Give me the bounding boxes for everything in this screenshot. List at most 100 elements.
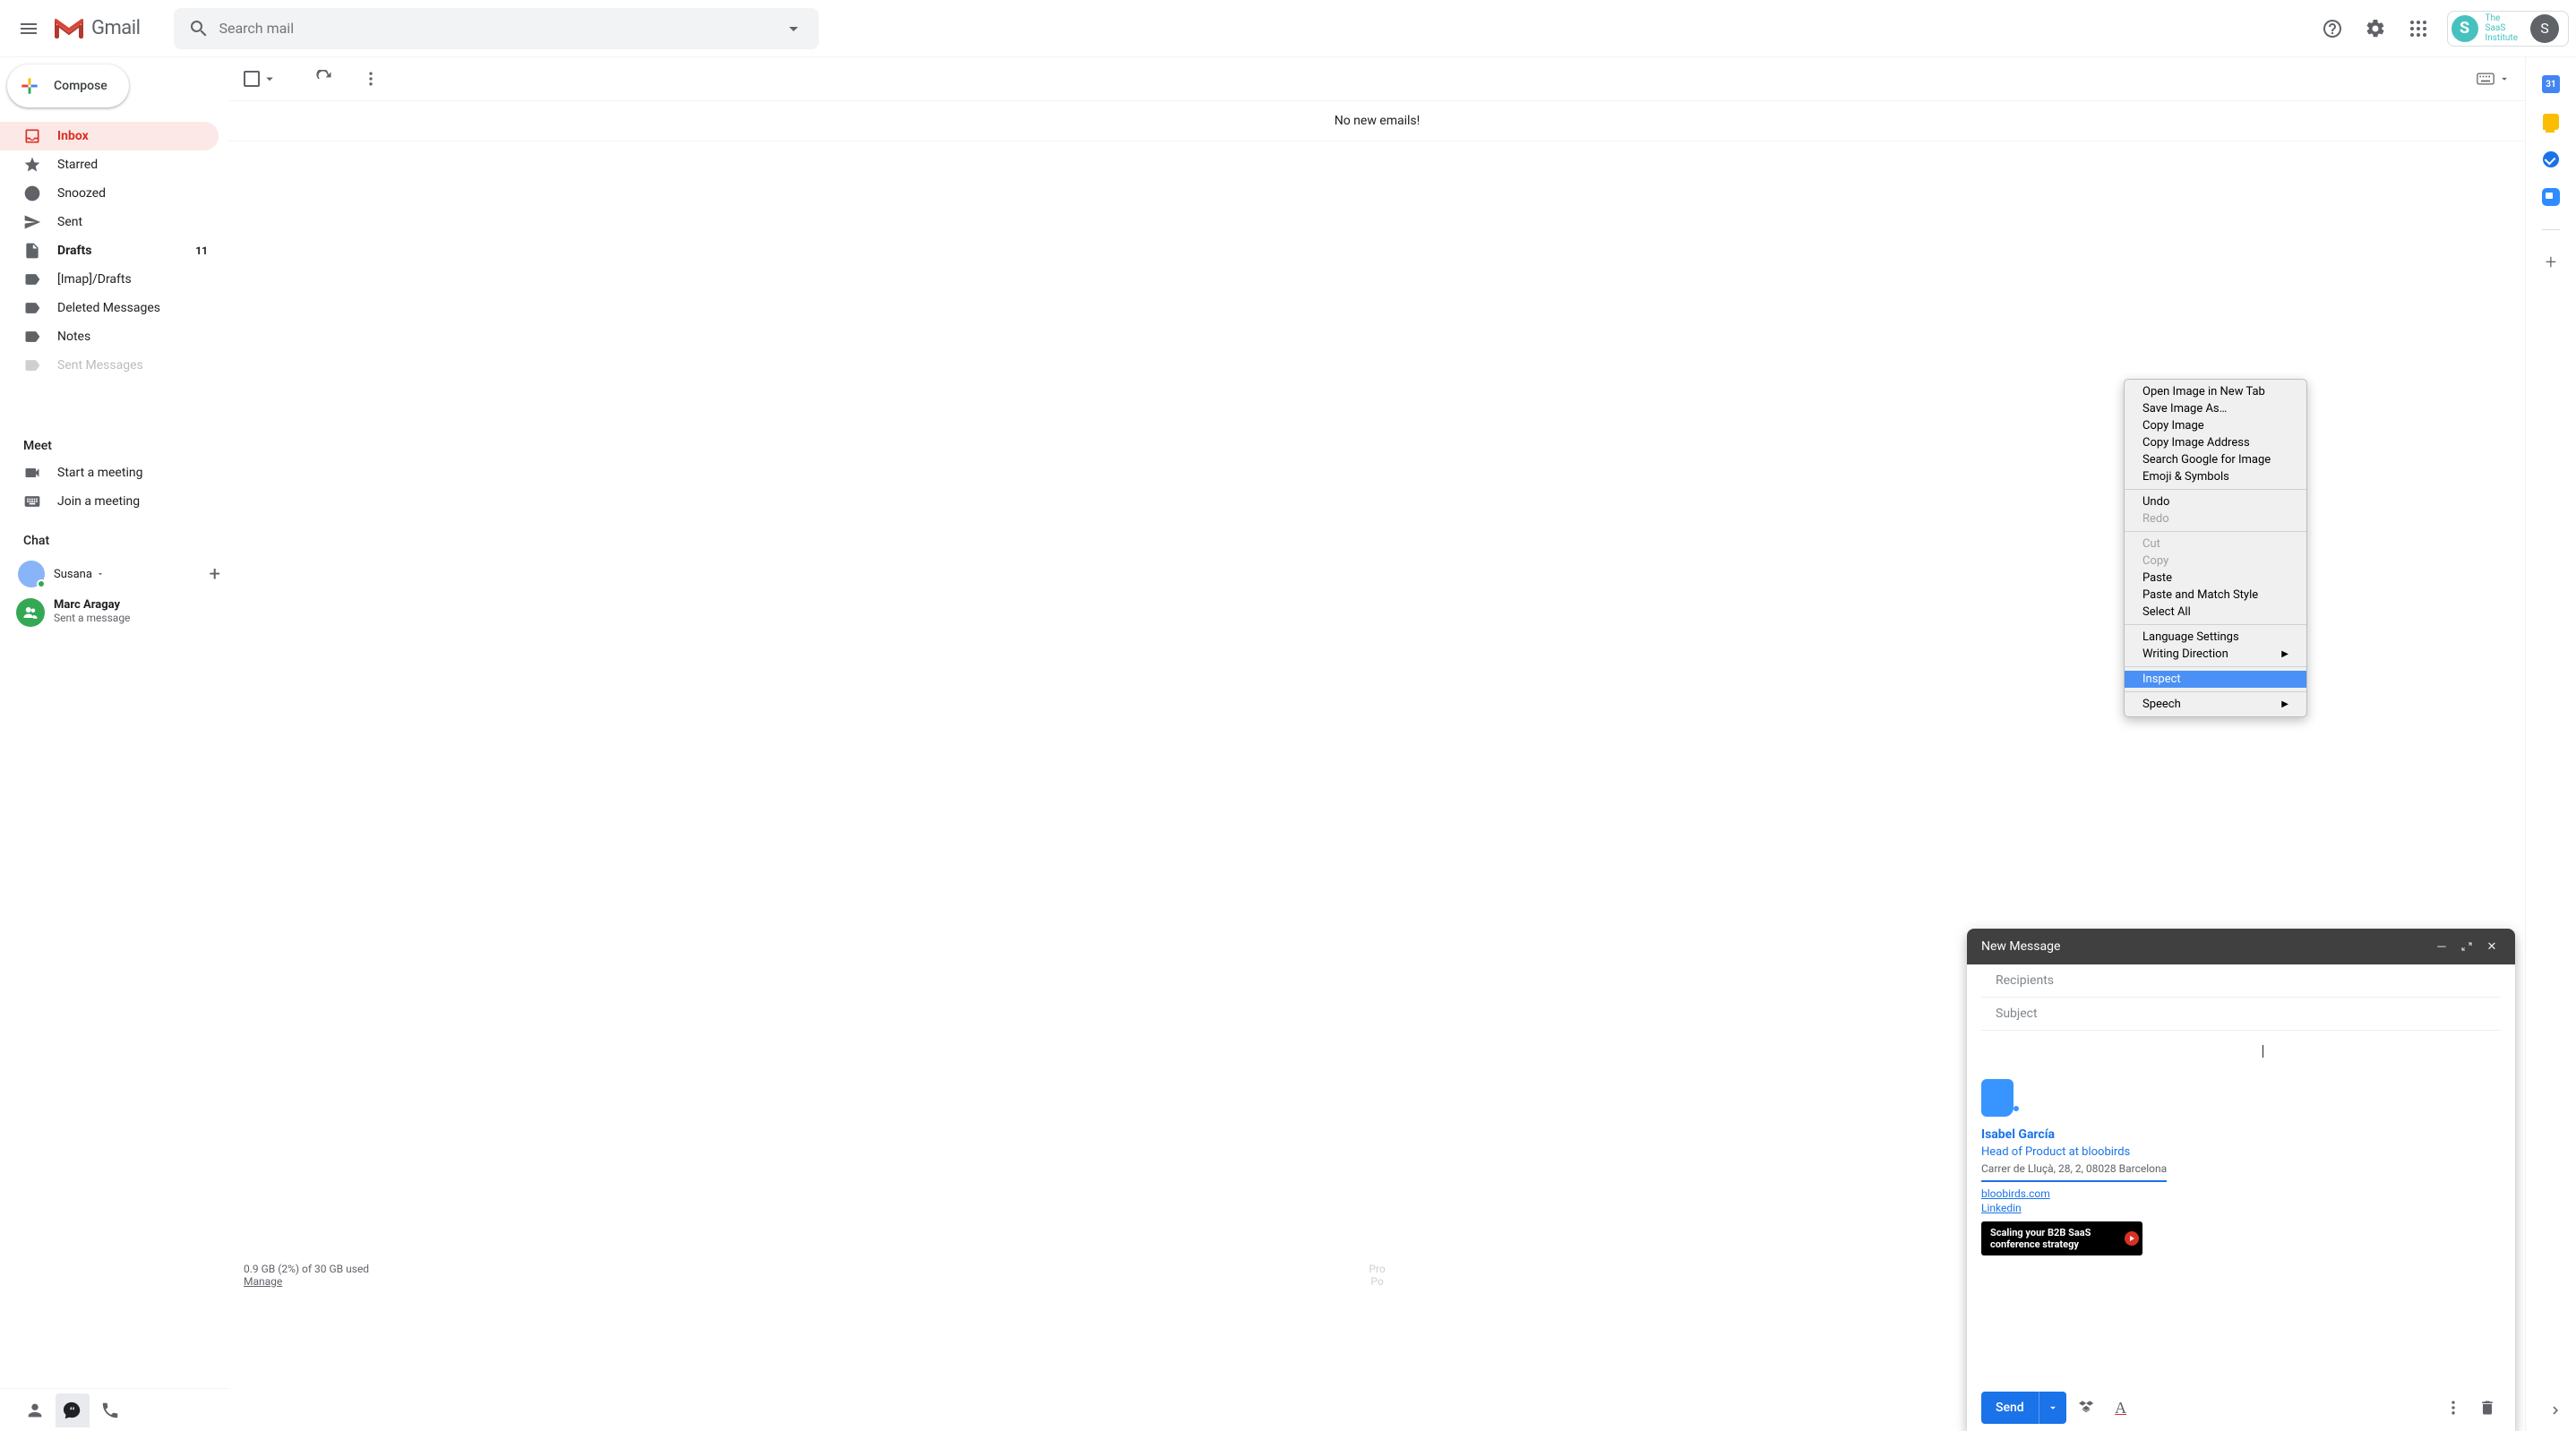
search-bar[interactable] — [174, 8, 819, 49]
hangouts-phone-button[interactable] — [93, 1393, 127, 1427]
sidebar-item-sent-messages[interactable]: Sent Messages — [0, 351, 219, 380]
menu-item-label: Cut — [2142, 537, 2160, 551]
compose-button[interactable]: Compose — [7, 64, 129, 107]
gmail-logo[interactable]: Gmail — [50, 17, 167, 40]
label-icon — [23, 270, 41, 288]
context-menu-item[interactable]: Search Google for Image — [2125, 451, 2306, 468]
send-icon — [23, 213, 41, 231]
search-icon[interactable] — [179, 18, 219, 39]
org-chip[interactable]: S The SaaS Institute S — [2447, 11, 2569, 47]
label-icon — [23, 356, 41, 374]
recipients-field[interactable]: Recipients — [1981, 964, 2501, 998]
sidebar-label: Notes — [57, 330, 90, 344]
signature-role: Head of Product at bloobirds — [1981, 1145, 2501, 1159]
context-menu-item[interactable]: Copy Image — [2125, 417, 2306, 434]
gear-icon — [2365, 18, 2386, 39]
select-all-checkbox[interactable] — [244, 71, 278, 87]
manage-link[interactable]: Manage — [244, 1275, 282, 1288]
input-tools-button[interactable] — [2477, 73, 2511, 85]
divider — [2542, 229, 2560, 230]
context-menu-item[interactable]: Writing Direction▶ — [2125, 646, 2306, 663]
menu-item-label: Writing Direction — [2142, 647, 2228, 661]
compose-header[interactable]: New Message ─ ✕ — [1967, 929, 2515, 964]
context-menu-item[interactable]: Inspect — [2125, 671, 2306, 688]
sidebar-label: Starred — [57, 158, 98, 172]
context-menu-item[interactable]: Copy Image Address — [2125, 434, 2306, 451]
contact-avatar-icon — [16, 598, 45, 627]
settings-button[interactable] — [2357, 11, 2393, 47]
sidebar-label: Sent — [57, 215, 82, 229]
context-menu-item[interactable]: Select All — [2125, 604, 2306, 621]
subject-field[interactable]: Subject — [1981, 998, 2501, 1031]
sidebar-item-starred[interactable]: Starred — [0, 150, 219, 179]
sidebar-label: Sent Messages — [57, 358, 143, 373]
sidebar-label: Inbox — [57, 129, 89, 143]
menu-item-label: Search Google for Image — [2142, 453, 2271, 467]
context-menu-item[interactable]: Undo — [2125, 493, 2306, 510]
hangouts-contacts-button[interactable] — [18, 1393, 52, 1427]
get-addons-button[interactable]: + — [2542, 253, 2560, 271]
close-button[interactable]: ✕ — [2479, 940, 2504, 954]
send-button[interactable]: Send — [1981, 1392, 2066, 1424]
fullscreen-button[interactable] — [2454, 941, 2479, 952]
signature-address: Carrer de Lluçà, 28, 2, 08028 Barcelona — [1981, 1162, 2167, 1182]
zoom-addon-button[interactable] — [2542, 188, 2560, 206]
search-options-button[interactable] — [774, 18, 813, 39]
context-menu-item[interactable]: Open Image in New Tab — [2125, 383, 2306, 400]
context-menu[interactable]: Open Image in New TabSave Image As…Copy … — [2124, 379, 2307, 717]
new-chat-button[interactable]: + — [210, 563, 220, 586]
join-meeting-button[interactable]: Join a meeting — [0, 487, 219, 516]
formatting-button[interactable]: A — [2108, 1394, 2134, 1421]
signature-banner[interactable]: Scaling your B2B SaaS conference strateg… — [1981, 1221, 2142, 1255]
context-menu-item[interactable]: Language Settings — [2125, 629, 2306, 646]
discard-button[interactable] — [2474, 1394, 2501, 1421]
chat-contact-row[interactable]: Marc Aragay Sent a message — [0, 595, 229, 630]
context-menu-item[interactable]: Paste — [2125, 570, 2306, 587]
hangouts-chat-button[interactable] — [56, 1393, 90, 1427]
sidebar-item-sent[interactable]: Sent — [0, 208, 219, 236]
context-menu-item[interactable]: Save Image As… — [2125, 400, 2306, 417]
support-button[interactable] — [2314, 11, 2350, 47]
signature-link-linkedin[interactable]: Linkedin — [1981, 1202, 2501, 1214]
hamburger-icon — [18, 18, 39, 39]
more-button[interactable] — [353, 61, 389, 97]
context-menu-item[interactable]: Speech▶ — [2125, 696, 2306, 713]
footer-hints: Pro Po — [1369, 1263, 1385, 1288]
sidebar-item-inbox[interactable]: Inbox — [0, 122, 219, 150]
account-avatar[interactable]: S — [2530, 14, 2559, 43]
sidebar-item-snoozed[interactable]: Snoozed — [0, 179, 219, 208]
sidebar-item-imap-drafts[interactable]: [Imap]/Drafts — [0, 265, 219, 294]
signature-link-site[interactable]: bloobirds.com — [1981, 1187, 2501, 1200]
keyboard-icon — [23, 493, 41, 510]
refresh-button[interactable] — [306, 61, 342, 97]
compose-body[interactable]: Isabel García Head of Product at bloobir… — [1967, 1031, 2515, 1384]
org-logo-icon: S — [2451, 15, 2478, 42]
inbox-icon — [23, 127, 41, 145]
sidebar-item-deleted[interactable]: Deleted Messages — [0, 294, 219, 322]
chat-section-title: Chat — [0, 521, 229, 553]
context-menu-item[interactable]: Paste and Match Style — [2125, 587, 2306, 604]
compose-more-button[interactable] — [2440, 1394, 2467, 1421]
menu-divider — [2125, 666, 2306, 667]
search-input[interactable] — [219, 20, 774, 37]
context-menu-item[interactable]: Emoji & Symbols — [2125, 468, 2306, 485]
menu-item-label: Copy — [2142, 554, 2168, 568]
start-meeting-button[interactable]: Start a meeting — [0, 458, 219, 487]
keep-addon-button[interactable] — [2542, 113, 2560, 131]
chat-current-user[interactable]: Susana + — [0, 553, 229, 595]
send-options-button[interactable] — [2039, 1392, 2066, 1424]
dropbox-button[interactable] — [2074, 1394, 2100, 1421]
minimize-button[interactable]: ─ — [2429, 939, 2454, 954]
drafts-count: 11 — [195, 244, 208, 257]
label-icon — [23, 328, 41, 346]
sidebar-item-notes[interactable]: Notes — [0, 322, 219, 351]
hide-panel-button[interactable] — [2547, 1402, 2563, 1418]
calendar-addon-button[interactable]: 31 — [2542, 75, 2560, 93]
storage-info: 0.9 GB (2%) of 30 GB used Manage — [244, 1263, 369, 1288]
main-menu-button[interactable] — [7, 7, 50, 50]
apps-button[interactable] — [2400, 11, 2436, 47]
tasks-addon-button[interactable] — [2542, 150, 2560, 168]
gmail-text: Gmail — [91, 17, 140, 39]
menu-divider — [2125, 489, 2306, 490]
sidebar-item-drafts[interactable]: Drafts 11 — [0, 236, 219, 265]
